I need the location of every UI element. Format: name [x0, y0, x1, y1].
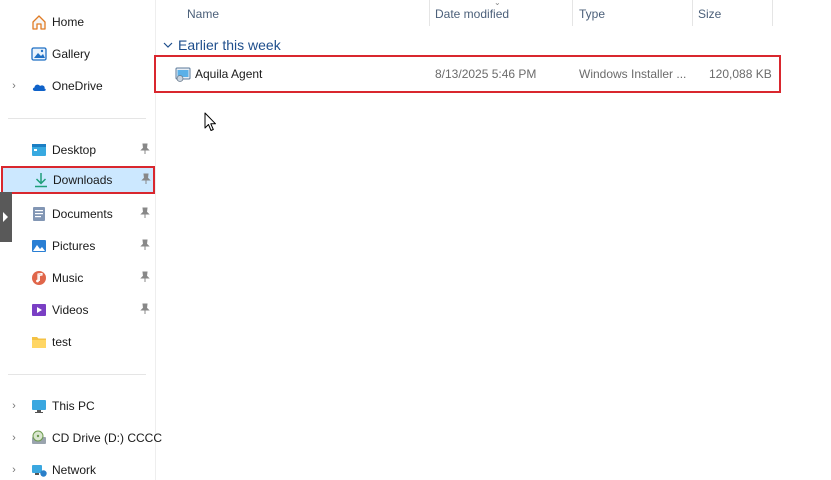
- sidebar-item-label: Home: [52, 15, 85, 29]
- sidebar-item-test[interactable]: test: [0, 328, 154, 356]
- pin-icon: [140, 239, 150, 250]
- chevron-down-icon[interactable]: [162, 39, 174, 51]
- home-icon: [32, 15, 46, 30]
- download-arrow-icon: [35, 173, 47, 188]
- navigation-pane: Home Gallery › OneDrive Desktop Download…: [0, 0, 162, 480]
- pin-icon: [140, 303, 150, 314]
- pictures-icon: [32, 240, 46, 252]
- sidebar-item-label: Gallery: [52, 47, 91, 61]
- sidebar-item-onedrive[interactable]: › OneDrive: [0, 72, 154, 100]
- sidebar-item-label: Network: [52, 463, 97, 477]
- sidebar-item-label: This PC: [52, 399, 95, 413]
- desktop-icon: [32, 144, 46, 156]
- gallery-icon: [31, 47, 47, 61]
- sidebar-divider: [8, 118, 146, 119]
- network-icon: [32, 465, 47, 477]
- sidebar-item-label: test: [52, 335, 72, 349]
- group-header[interactable]: Earlier this week: [162, 35, 281, 55]
- sidebar-item-documents[interactable]: Documents: [0, 200, 154, 228]
- pin-icon: [140, 143, 150, 154]
- pin-icon: [140, 271, 150, 282]
- pin-icon: [141, 173, 151, 184]
- installer-icon: [175, 67, 191, 82]
- chevron-right-icon[interactable]: ›: [8, 432, 20, 444]
- file-row[interactable]: Aquila Agent 8/13/2025 5:46 PM Windows I…: [154, 55, 781, 93]
- sidebar-item-home[interactable]: Home: [0, 8, 154, 36]
- sidebar-item-label: Pictures: [52, 239, 96, 253]
- column-header-type[interactable]: Type: [573, 0, 692, 28]
- sidebar-item-label: CD Drive (D:) CCCC: [52, 431, 162, 445]
- folder-icon: [32, 337, 46, 348]
- cloud-icon: [32, 84, 46, 91]
- file-name: Aquila Agent: [195, 67, 263, 81]
- sidebar-item-downloads[interactable]: Downloads: [1, 166, 155, 194]
- chevron-right-icon[interactable]: ›: [8, 80, 20, 92]
- sidebar-item-label: Music: [52, 271, 84, 285]
- sidebar-item-this-pc[interactable]: › This PC: [0, 392, 154, 420]
- music-icon: [32, 271, 46, 285]
- sidebar-item-pictures[interactable]: Pictures: [0, 232, 154, 260]
- sidebar-item-label: Desktop: [52, 143, 97, 157]
- file-type: Windows Installer ...: [579, 67, 687, 81]
- sidebar-item-gallery[interactable]: Gallery: [0, 40, 154, 68]
- group-label: Earlier this week: [178, 37, 281, 53]
- sidebar-item-label: Downloads: [53, 173, 113, 187]
- column-header-date-modified[interactable]: Date modified: [429, 0, 572, 28]
- document-icon: [33, 207, 45, 221]
- sidebar-item-cd-drive[interactable]: › CD Drive (D:) CCCC: [0, 424, 162, 452]
- column-header-size[interactable]: Size: [692, 0, 772, 28]
- chevron-right-icon[interactable]: ›: [8, 464, 20, 476]
- sidebar-item-label: OneDrive: [52, 79, 103, 93]
- video-icon: [32, 304, 46, 316]
- sidebar-divider: [8, 374, 146, 375]
- file-date-modified: 8/13/2025 5:46 PM: [435, 67, 537, 81]
- sidebar-item-label: Videos: [52, 303, 89, 317]
- cd-drive-icon: [32, 430, 46, 444]
- sidebar-item-desktop[interactable]: Desktop: [0, 136, 154, 164]
- pin-icon: [140, 207, 150, 218]
- chevron-right-icon[interactable]: ›: [8, 400, 20, 412]
- file-size: 120,088 KB: [709, 67, 772, 81]
- column-divider[interactable]: [772, 0, 773, 26]
- monitor-icon: [32, 400, 46, 413]
- sidebar-item-label: Documents: [52, 207, 113, 221]
- sidebar-item-music[interactable]: Music: [0, 264, 154, 292]
- sidebar-item-videos[interactable]: Videos: [0, 296, 154, 324]
- sidebar-item-network[interactable]: › Network: [0, 456, 154, 480]
- mouse-cursor-icon: [204, 112, 216, 131]
- column-header-name[interactable]: Name: [181, 0, 429, 28]
